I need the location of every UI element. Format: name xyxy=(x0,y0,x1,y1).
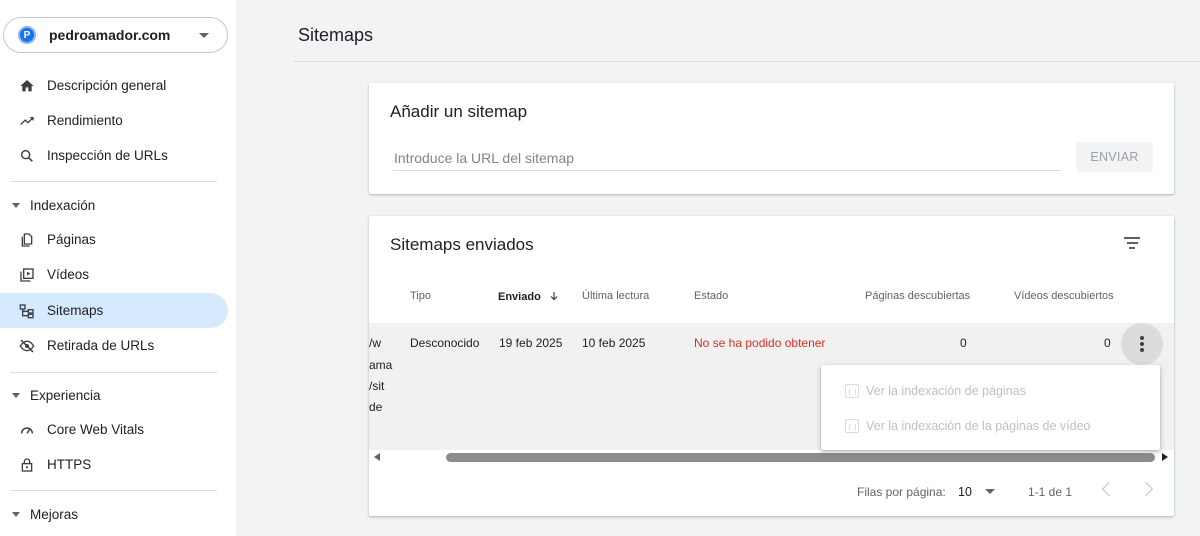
sidebar-divider xyxy=(10,181,217,182)
sidebar-item-label: Sitemaps xyxy=(47,303,104,318)
property-name: pedroamador.com xyxy=(49,27,171,43)
sitemap-url-fragment: ama xyxy=(369,358,393,372)
sidebar-item-core-web-vitals[interactable]: Core Web Vitals xyxy=(0,412,228,447)
sidebar-item-label: Páginas xyxy=(47,232,96,247)
sitemap-url-fragment: /sit xyxy=(369,379,385,393)
sidebar-item-videos[interactable]: Vídeos xyxy=(0,257,228,292)
gauge-icon xyxy=(18,421,36,439)
cell-pages-discovered: 0 xyxy=(960,336,967,350)
sidebar-item-url-removal[interactable]: Retirada de URLs xyxy=(0,328,228,363)
sidebar-divider xyxy=(10,372,217,373)
sidebar-section-label: Experiencia xyxy=(30,387,101,403)
scrollbar-thumb[interactable] xyxy=(446,453,1155,462)
sidebar-item-performance[interactable]: Rendimiento xyxy=(0,103,228,138)
sidebar-item-pages[interactable]: Páginas xyxy=(0,222,228,257)
column-header-pages-discovered[interactable]: Páginas descubiertas xyxy=(865,290,970,302)
page-title: Sitemaps xyxy=(298,25,374,45)
lock-icon xyxy=(18,456,36,474)
more-options-button[interactable] xyxy=(1121,323,1163,365)
bar-chart-icon xyxy=(845,418,859,433)
chevron-left-icon[interactable] xyxy=(1101,481,1117,497)
caret-down-icon xyxy=(12,511,20,517)
menu-item-view-page-indexing[interactable]: Ver la indexación de páginas xyxy=(821,373,1160,408)
sidebar-section-label: Mejoras xyxy=(30,506,79,522)
sidebar-item-label: Retirada de URLs xyxy=(47,338,155,353)
cell-type: Desconocido xyxy=(410,336,480,350)
row-context-menu: Ver la indexación de páginas Ver la inde… xyxy=(821,365,1160,450)
cell-last-read: 10 feb 2025 xyxy=(582,336,646,350)
submitted-sitemaps-title: Sitemaps enviados xyxy=(390,235,534,254)
bar-chart-icon xyxy=(845,383,859,398)
caret-down-icon xyxy=(12,392,20,398)
add-sitemap-title: Añadir un sitemap xyxy=(390,102,528,121)
search-icon xyxy=(18,147,36,165)
column-header-videos-discovered[interactable]: Vídeos descubiertos xyxy=(1014,290,1114,302)
sidebar-section-experience[interactable]: Experiencia xyxy=(0,380,228,410)
menu-item-label: Ver la indexación de páginas xyxy=(866,383,1026,398)
video-icon xyxy=(18,266,36,284)
horizontal-scrollbar[interactable] xyxy=(369,450,1174,464)
chevron-down-icon[interactable] xyxy=(985,489,995,494)
page-header: Sitemaps xyxy=(294,0,1200,62)
sidebar-section-label: Indexación xyxy=(30,197,96,213)
property-logo-icon: P xyxy=(18,26,36,44)
sidebar-item-url-inspection[interactable]: Inspección de URLs xyxy=(0,138,228,173)
rows-per-page-select[interactable]: 10 xyxy=(958,485,972,499)
sidebar: P pedroamador.com Descripción general Re… xyxy=(0,0,236,536)
cell-status: No se ha podido obtener xyxy=(694,336,826,350)
sitemap-url-input[interactable] xyxy=(393,145,1061,171)
sitemap-url-fragment: /w xyxy=(369,336,381,350)
sidebar-divider xyxy=(10,490,217,491)
filter-icon[interactable] xyxy=(1121,232,1143,254)
rows-per-page-label: Filas por página: xyxy=(857,485,946,499)
column-header-type[interactable]: Tipo xyxy=(410,290,431,302)
eye-off-icon xyxy=(18,337,36,355)
menu-item-view-video-indexing[interactable]: Ver la indexación de la páginas de vídeo xyxy=(821,408,1160,443)
column-header-sent-label: Enviado xyxy=(498,291,541,303)
sidebar-section-enhancements[interactable]: Mejoras xyxy=(0,499,228,529)
caret-down-icon xyxy=(12,202,20,208)
column-header-last-read[interactable]: Última lectura xyxy=(582,290,649,302)
sidebar-item-label: Core Web Vitals xyxy=(47,422,145,437)
sidebar-item-https[interactable]: HTTPS xyxy=(0,447,228,482)
menu-item-label: Ver la indexación de la páginas de vídeo xyxy=(866,418,1091,433)
submit-button[interactable]: ENVIAR xyxy=(1076,142,1153,172)
sitemap-url-fragment: de xyxy=(369,400,383,414)
cell-sent: 19 feb 2025 xyxy=(499,336,563,350)
sidebar-item-sitemaps[interactable]: Sitemaps xyxy=(0,293,228,328)
sidebar-item-label: Vídeos xyxy=(47,267,90,282)
arrow-down-icon xyxy=(550,292,558,301)
chevron-right-icon[interactable] xyxy=(1138,481,1154,497)
sidebar-section-indexing[interactable]: Indexación xyxy=(0,190,228,220)
sitemap-icon xyxy=(18,302,36,320)
sidebar-item-label: Descripción general xyxy=(47,78,167,93)
more-vert-icon xyxy=(1140,336,1144,340)
property-logo-letter: P xyxy=(23,29,31,41)
cell-videos-discovered: 0 xyxy=(1104,336,1111,350)
sidebar-item-label: Inspección de URLs xyxy=(47,148,168,163)
property-selector[interactable]: P pedroamador.com xyxy=(3,17,228,53)
scroll-left-icon[interactable] xyxy=(374,453,380,461)
sidebar-item-label: HTTPS xyxy=(47,457,92,472)
trending-up-icon xyxy=(18,112,36,130)
sidebar-item-overview[interactable]: Descripción general xyxy=(0,68,228,103)
scroll-right-icon[interactable] xyxy=(1162,453,1168,461)
column-header-status[interactable]: Estado xyxy=(694,290,728,302)
sidebar-item-label: Rendimiento xyxy=(47,113,123,128)
add-sitemap-card: Añadir un sitemap ENVIAR xyxy=(369,83,1174,194)
pagination-range: 1-1 de 1 xyxy=(1028,485,1073,499)
column-header-sent[interactable]: Enviado xyxy=(498,290,560,303)
pages-icon xyxy=(18,231,36,249)
chevron-down-icon xyxy=(199,33,209,38)
home-icon xyxy=(18,77,36,95)
